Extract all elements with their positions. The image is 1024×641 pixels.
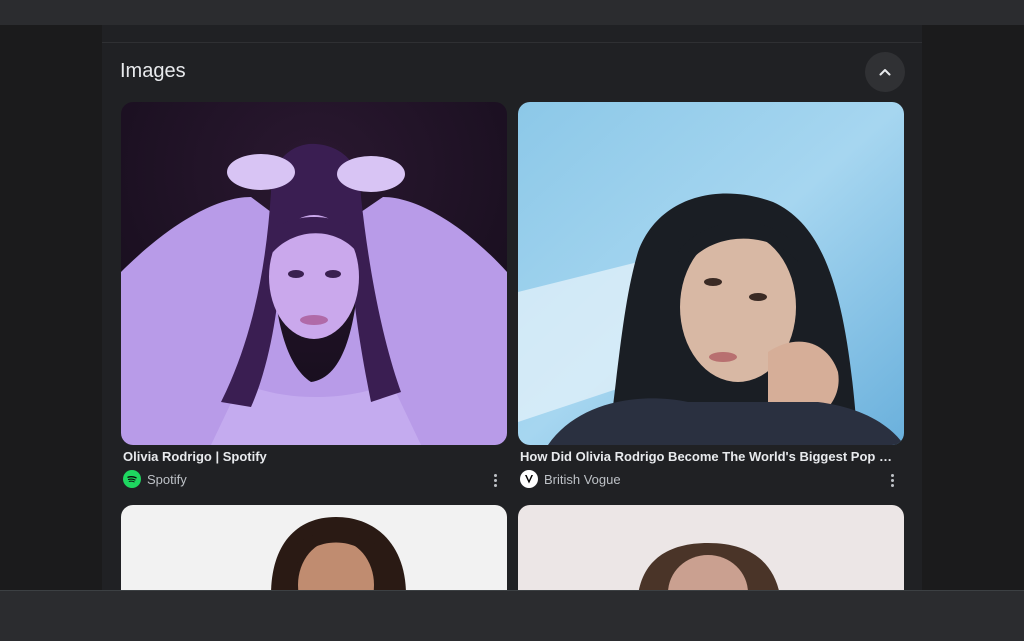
source-name: British Vogue [544, 471, 621, 487]
image-thumbnail[interactable] [518, 102, 904, 445]
image-source[interactable]: British Vogue [520, 469, 621, 489]
divider [102, 42, 922, 43]
image-thumbnail[interactable] [121, 505, 507, 595]
more-options-icon[interactable] [487, 472, 503, 488]
image-thumbnail[interactable] [518, 505, 904, 595]
vogue-v-icon [520, 470, 538, 488]
spotify-icon [123, 470, 141, 488]
chevron-up-icon [879, 69, 891, 76]
section-title: Images [120, 60, 186, 82]
source-name: Spotify [147, 471, 187, 487]
image-thumbnail[interactable] [121, 102, 507, 445]
images-panel: Images Olivia Rodrigo | Spotify Spotify … [102, 25, 922, 595]
browser-bottom-bar [0, 590, 1024, 641]
collapse-button[interactable] [865, 52, 905, 92]
browser-top-bar [0, 0, 1024, 25]
image-caption-title[interactable]: Olivia Rodrigo | Spotify [123, 449, 499, 464]
image-caption-title[interactable]: How Did Olivia Rodrigo Become The World'… [520, 449, 896, 464]
image-source[interactable]: Spotify [123, 469, 187, 489]
more-options-icon[interactable] [884, 472, 900, 488]
